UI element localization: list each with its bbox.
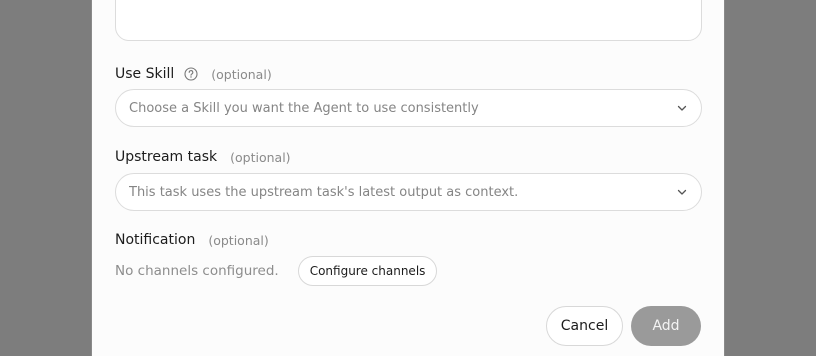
use-skill-placeholder: Choose a Skill you want the Agent to use… [129, 100, 479, 116]
use-skill-label: Use Skill [115, 66, 175, 82]
description-textarea[interactable] [115, 0, 702, 41]
notification-label-row: Notification (optional) [115, 230, 269, 250]
upstream-task-optional: (optional) [230, 149, 291, 165]
cancel-button[interactable]: Cancel [546, 306, 623, 346]
upstream-task-label: Upstream task [115, 149, 218, 165]
notification-row: No channels configured. Configure channe… [115, 256, 438, 286]
use-skill-optional: (optional) [211, 66, 272, 82]
notification-optional: (optional) [208, 232, 269, 248]
use-skill-select[interactable]: Choose a Skill you want the Agent to use… [115, 89, 702, 127]
notification-status: No channels configured. [115, 263, 279, 279]
configure-channels-button[interactable]: Configure channels [297, 256, 438, 286]
upstream-task-select[interactable]: This task uses the upstream task's lates… [115, 173, 702, 211]
upstream-task-label-row: Upstream task (optional) [115, 147, 291, 167]
add-task-dialog: Use Skill (optional) Choose a Skill you … [91, 0, 725, 356]
upstream-task-placeholder: This task uses the upstream task's lates… [129, 184, 519, 200]
use-skill-label-row: Use Skill (optional) [115, 64, 272, 84]
notification-label: Notification [115, 232, 196, 248]
help-circle-icon[interactable] [184, 67, 198, 81]
chevron-down-icon [675, 185, 689, 199]
add-button[interactable]: Add [631, 306, 701, 346]
chevron-down-icon [675, 101, 689, 115]
